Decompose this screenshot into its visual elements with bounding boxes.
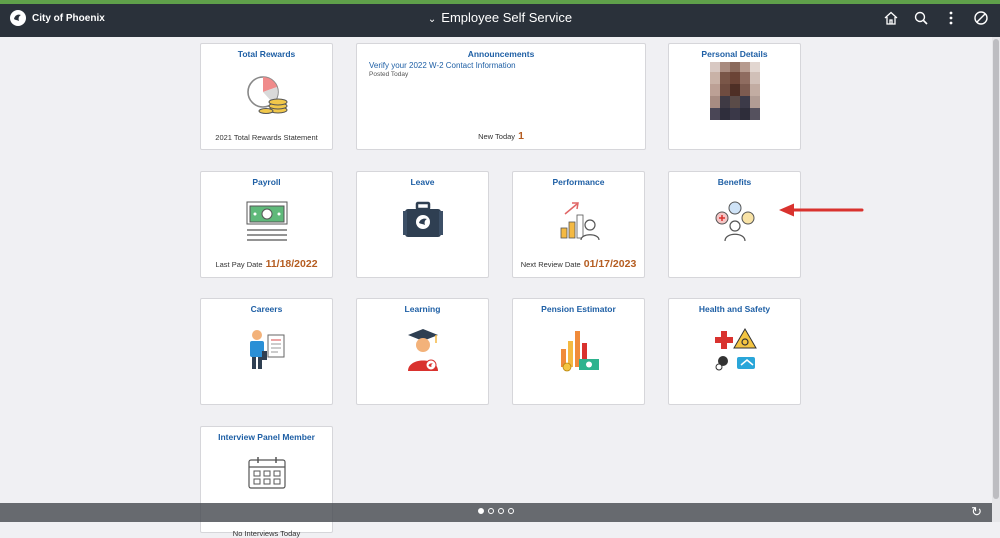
new-today-label: New Today — [478, 132, 516, 141]
last-pay-date: 11/18/2022 — [265, 258, 318, 270]
vertical-scrollbar[interactable] — [992, 37, 1000, 522]
tile-footer: Last Pay Date 11/18/2022 — [201, 258, 332, 270]
health-safety-icon — [669, 327, 800, 373]
tile-footer: No Interviews Today — [232, 529, 301, 538]
tile-total-rewards[interactable]: Total Rewards 2021 Total Rewards Stateme… — [200, 43, 333, 150]
money-icon — [201, 200, 332, 244]
tile-personal-details[interactable]: Personal Details — [668, 43, 801, 150]
page-dots — [478, 508, 514, 514]
page-dot-1[interactable] — [478, 508, 484, 514]
suitcase-icon — [357, 200, 488, 240]
tile-learning[interactable]: Learning — [356, 298, 489, 405]
tile-title: Benefits — [717, 177, 752, 187]
header-actions — [882, 9, 990, 27]
pension-chart-icon — [513, 327, 644, 373]
profile-photo — [669, 62, 800, 120]
tile-title: Health and Safety — [698, 304, 771, 314]
top-bar: City of Phoenix ⌄ Employee Self Service — [0, 0, 1000, 37]
tile-announcements[interactable]: Announcements Verify your 2022 W-2 Conta… — [356, 43, 646, 150]
page-title-text: Employee Self Service — [441, 10, 573, 25]
next-review-label: Next Review Date — [520, 260, 581, 269]
tile-pension-estimator[interactable]: Pension Estimator — [512, 298, 645, 405]
tile-title: Careers — [250, 304, 283, 314]
tile-title: Payroll — [252, 177, 281, 187]
announcement-link[interactable]: Verify your 2022 W-2 Contact Information — [369, 61, 516, 70]
tile-footer: Next Review Date 01/17/2023 — [513, 258, 644, 270]
search-icon[interactable] — [912, 9, 930, 27]
tile-leave[interactable]: Leave — [356, 171, 489, 278]
tile-title: Pension Estimator — [541, 304, 616, 314]
chevron-down-icon: ⌄ — [427, 14, 437, 25]
annotation-arrow — [778, 203, 864, 222]
announcement-posted: Posted Today — [369, 71, 409, 78]
tile-payroll[interactable]: Payroll Last Pay Date 11/18/2022 — [200, 171, 333, 278]
page-dot-3[interactable] — [498, 508, 504, 514]
tile-title: Interview Panel Member — [218, 432, 315, 442]
home-icon[interactable] — [882, 9, 900, 27]
more-icon[interactable] — [942, 9, 960, 27]
graduate-icon — [357, 327, 488, 373]
tile-title: Learning — [404, 304, 441, 314]
page-title[interactable]: ⌄ Employee Self Service — [0, 10, 1000, 25]
tile-benefits[interactable]: Benefits — [668, 171, 801, 278]
tile-health-and-safety[interactable]: Health and Safety — [668, 298, 801, 405]
tile-title: Performance — [552, 177, 605, 187]
new-today-count: 1 — [518, 130, 524, 142]
tile-title: Total Rewards — [237, 49, 296, 59]
tile-footer: 2021 Total Rewards Statement — [215, 133, 318, 142]
tile-title: Leave — [410, 177, 435, 187]
tile-careers[interactable]: Careers — [200, 298, 333, 405]
refresh-icon[interactable]: ↻ — [971, 504, 982, 520]
tile-footer: New Today 1 — [357, 130, 645, 142]
page-indicator-bar: ↻ — [0, 503, 992, 522]
tile-performance[interactable]: Performance Next Review Date 01/17/2023 — [512, 171, 645, 278]
careers-icon — [201, 327, 332, 371]
scrollbar-thumb[interactable] — [993, 39, 999, 499]
pie-chart-coins-icon — [201, 72, 332, 118]
cancel-icon[interactable] — [972, 9, 990, 27]
performance-icon — [513, 200, 644, 244]
last-pay-label: Last Pay Date — [215, 260, 263, 269]
tile-title: Announcements — [467, 49, 535, 59]
tile-title: Personal Details — [701, 49, 768, 59]
calendar-icon — [201, 455, 332, 491]
next-review-date: 01/17/2023 — [583, 258, 637, 270]
page-dot-2[interactable] — [488, 508, 494, 514]
page-dot-4[interactable] — [508, 508, 514, 514]
